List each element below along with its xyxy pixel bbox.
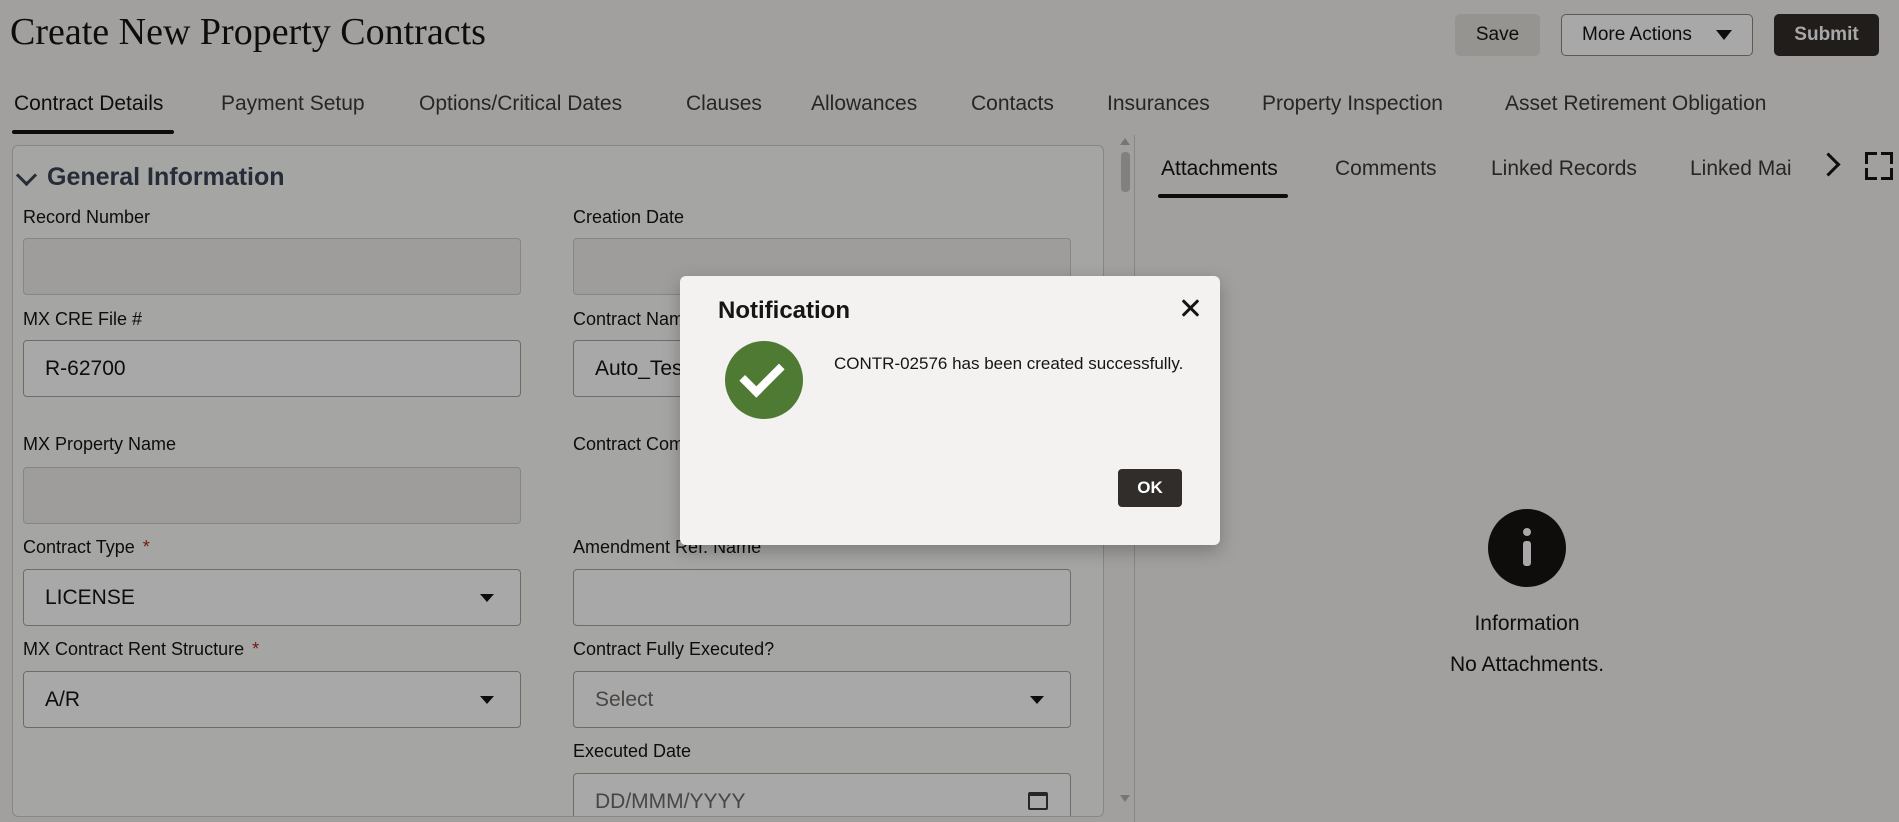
notification-dialog: Notification CONTR-02576 has been create… bbox=[680, 276, 1220, 545]
ok-button[interactable]: OK bbox=[1118, 469, 1182, 507]
success-check-icon bbox=[725, 341, 803, 419]
dialog-title: Notification bbox=[718, 297, 850, 324]
dialog-message: CONTR-02576 has been created successfull… bbox=[834, 354, 1184, 373]
close-icon[interactable] bbox=[1178, 296, 1202, 320]
